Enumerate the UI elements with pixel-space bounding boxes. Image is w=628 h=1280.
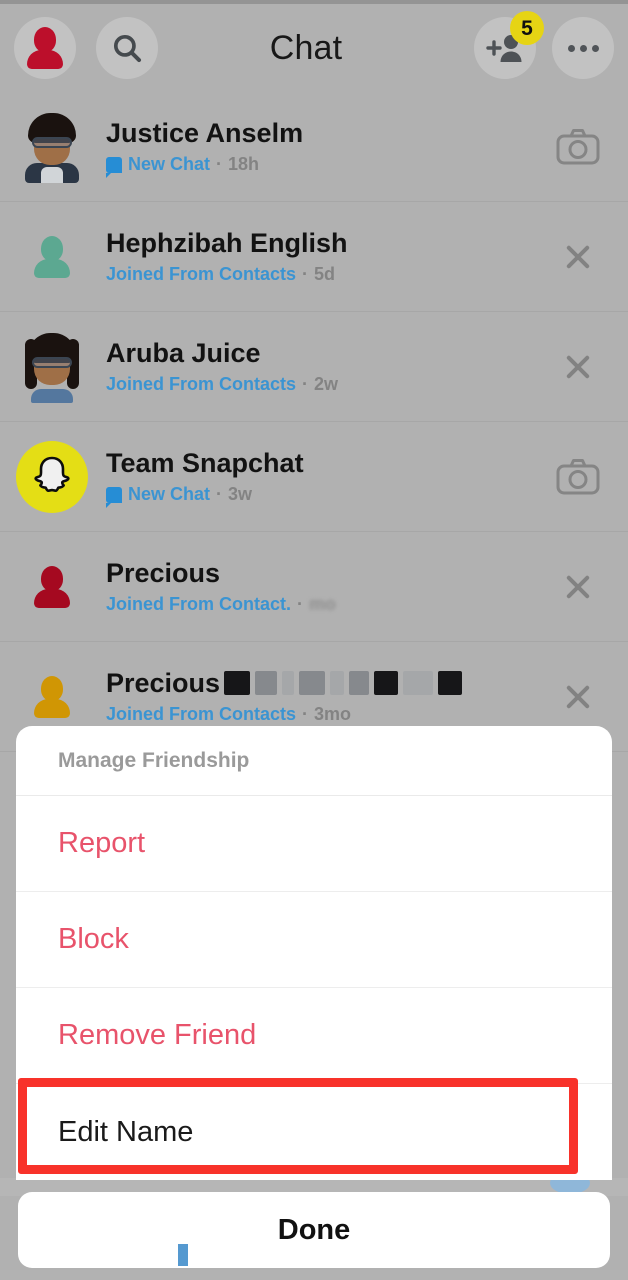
dismiss-button[interactable]: [528, 682, 628, 712]
separator: ·: [302, 264, 309, 285]
bitmoji-male-glasses-icon: [19, 111, 85, 183]
camera-button[interactable]: [528, 127, 628, 167]
profile-avatar-button[interactable]: [14, 17, 76, 79]
chat-row-name: Precious: [106, 668, 528, 699]
done-button[interactable]: Done: [18, 1192, 610, 1268]
separator: ·: [216, 484, 223, 505]
chat-row-name: Justice Anselm: [106, 117, 304, 148]
silhouette-teal-icon: [33, 235, 71, 278]
page-title: Chat: [269, 28, 343, 67]
action-sheet-item-block[interactable]: Block: [16, 892, 612, 988]
chat-row-status: Joined From Contacts · 3mo: [106, 704, 528, 725]
chat-timestamp: 2w: [314, 374, 339, 395]
avatar[interactable]: [14, 109, 90, 185]
new-chat-icon: [106, 486, 122, 508]
close-icon: [563, 682, 593, 712]
chat-timestamp: 18h: [228, 154, 260, 175]
chat-row-text: Aruba Juice Joined From Contacts · 2w: [106, 338, 528, 395]
more-options-icon: [567, 44, 599, 52]
bitmoji-female-glasses-icon: [19, 331, 85, 403]
action-sheet-item-remove-friend[interactable]: Remove Friend: [16, 988, 612, 1084]
chat-row[interactable]: Aruba Juice Joined From Contacts · 2w: [0, 312, 628, 422]
separator: ·: [302, 374, 309, 395]
profile-avatar-icon: [26, 27, 64, 69]
close-icon: [563, 572, 593, 602]
chat-status-label: Joined From Contact.: [106, 594, 292, 615]
chat-row-text: Team Snapchat New Chat · 3w: [106, 447, 528, 508]
chat-row-status: Joined From Contact. · mo: [106, 594, 528, 615]
snapchat-ghost-icon: [16, 440, 88, 513]
chat-timestamp: 5d: [314, 264, 336, 285]
avatar[interactable]: [14, 329, 90, 405]
action-sheet-item-edit-name[interactable]: Edit Name: [16, 1084, 612, 1180]
dismiss-button[interactable]: [528, 352, 628, 382]
chat-timestamp: 3w: [228, 484, 253, 505]
chat-row[interactable]: Hephzibah English Joined From Contacts ·…: [0, 202, 628, 312]
chat-row-status: New Chat · 3w: [106, 484, 528, 508]
camera-button[interactable]: [528, 457, 628, 497]
close-icon: [563, 352, 593, 382]
ghost-glyph-icon: [34, 456, 70, 492]
chat-row-name-label: Precious: [106, 667, 221, 698]
app-header: Chat 5: [0, 4, 628, 92]
chat-row-status: Joined From Contacts · 5d: [106, 264, 528, 285]
chat-status-label: Joined From Contacts: [106, 264, 297, 285]
chat-list: Justice Anselm New Chat · 18h Hephzibah …: [0, 92, 628, 752]
camera-icon: [556, 128, 600, 164]
chat-row-text: Justice Anselm New Chat · 18h: [106, 117, 528, 178]
avatar[interactable]: [14, 659, 90, 735]
camera-icon: [556, 458, 600, 494]
avatar[interactable]: [14, 439, 90, 515]
action-sheet-title: Manage Friendship: [16, 726, 612, 796]
redacted-name-blocks: [224, 671, 463, 696]
more-options-button[interactable]: [552, 17, 614, 79]
chat-status-label: New Chat: [128, 154, 211, 175]
chat-row-text: Precious Joined From Contact. · mo: [106, 558, 528, 615]
manage-friendship-action-sheet: Manage Friendship Report Block Remove Fr…: [16, 726, 612, 1180]
chat-row-name: Team Snapchat: [106, 447, 304, 478]
new-chat-icon: [106, 156, 122, 178]
dismiss-button[interactable]: [528, 242, 628, 272]
chat-row-name: Hephzibah English: [106, 227, 348, 258]
close-icon: [563, 242, 593, 272]
chat-row-text: Hephzibah English Joined From Contacts ·…: [106, 228, 528, 285]
avatar[interactable]: [14, 549, 90, 625]
chat-row-name: Aruba Juice: [106, 337, 261, 368]
search-button[interactable]: [96, 17, 158, 79]
action-sheet-item-report[interactable]: Report: [16, 796, 612, 892]
chat-row[interactable]: Precious Joined From Contact. · mo: [0, 532, 628, 642]
separator: ·: [216, 154, 223, 175]
chat-status-label: Joined From Contacts: [106, 374, 297, 395]
chat-status-label: Joined From Contacts: [106, 704, 297, 725]
chat-row-status: Joined From Contacts · 2w: [106, 374, 528, 395]
separator: ·: [297, 594, 304, 615]
chat-row-name: Precious: [106, 557, 221, 588]
separator: ·: [302, 704, 309, 725]
chat-row[interactable]: Justice Anselm New Chat · 18h: [0, 92, 628, 202]
chat-row[interactable]: Team Snapchat New Chat · 3w: [0, 422, 628, 532]
chat-row-text: Precious Joined From Contacts · 3mo: [106, 668, 528, 725]
chat-status-label: New Chat: [128, 484, 211, 505]
chat-timestamp: 3mo: [314, 704, 352, 725]
chat-timestamp: mo: [309, 594, 337, 615]
avatar[interactable]: [14, 219, 90, 295]
chat-row-status: New Chat · 18h: [106, 154, 528, 178]
silhouette-dark-red-icon: [33, 565, 71, 608]
search-icon: [113, 34, 142, 63]
silhouette-gold-icon: [33, 675, 71, 718]
dismiss-button[interactable]: [528, 572, 628, 602]
navigation-handle: [178, 1244, 188, 1266]
snapchat-chat-screen: Chat 5 Justice Anselm New Chat · 18h Hep…: [0, 0, 628, 1280]
add-friend-button[interactable]: 5: [474, 11, 544, 79]
add-friend-badge: 5: [510, 11, 544, 45]
